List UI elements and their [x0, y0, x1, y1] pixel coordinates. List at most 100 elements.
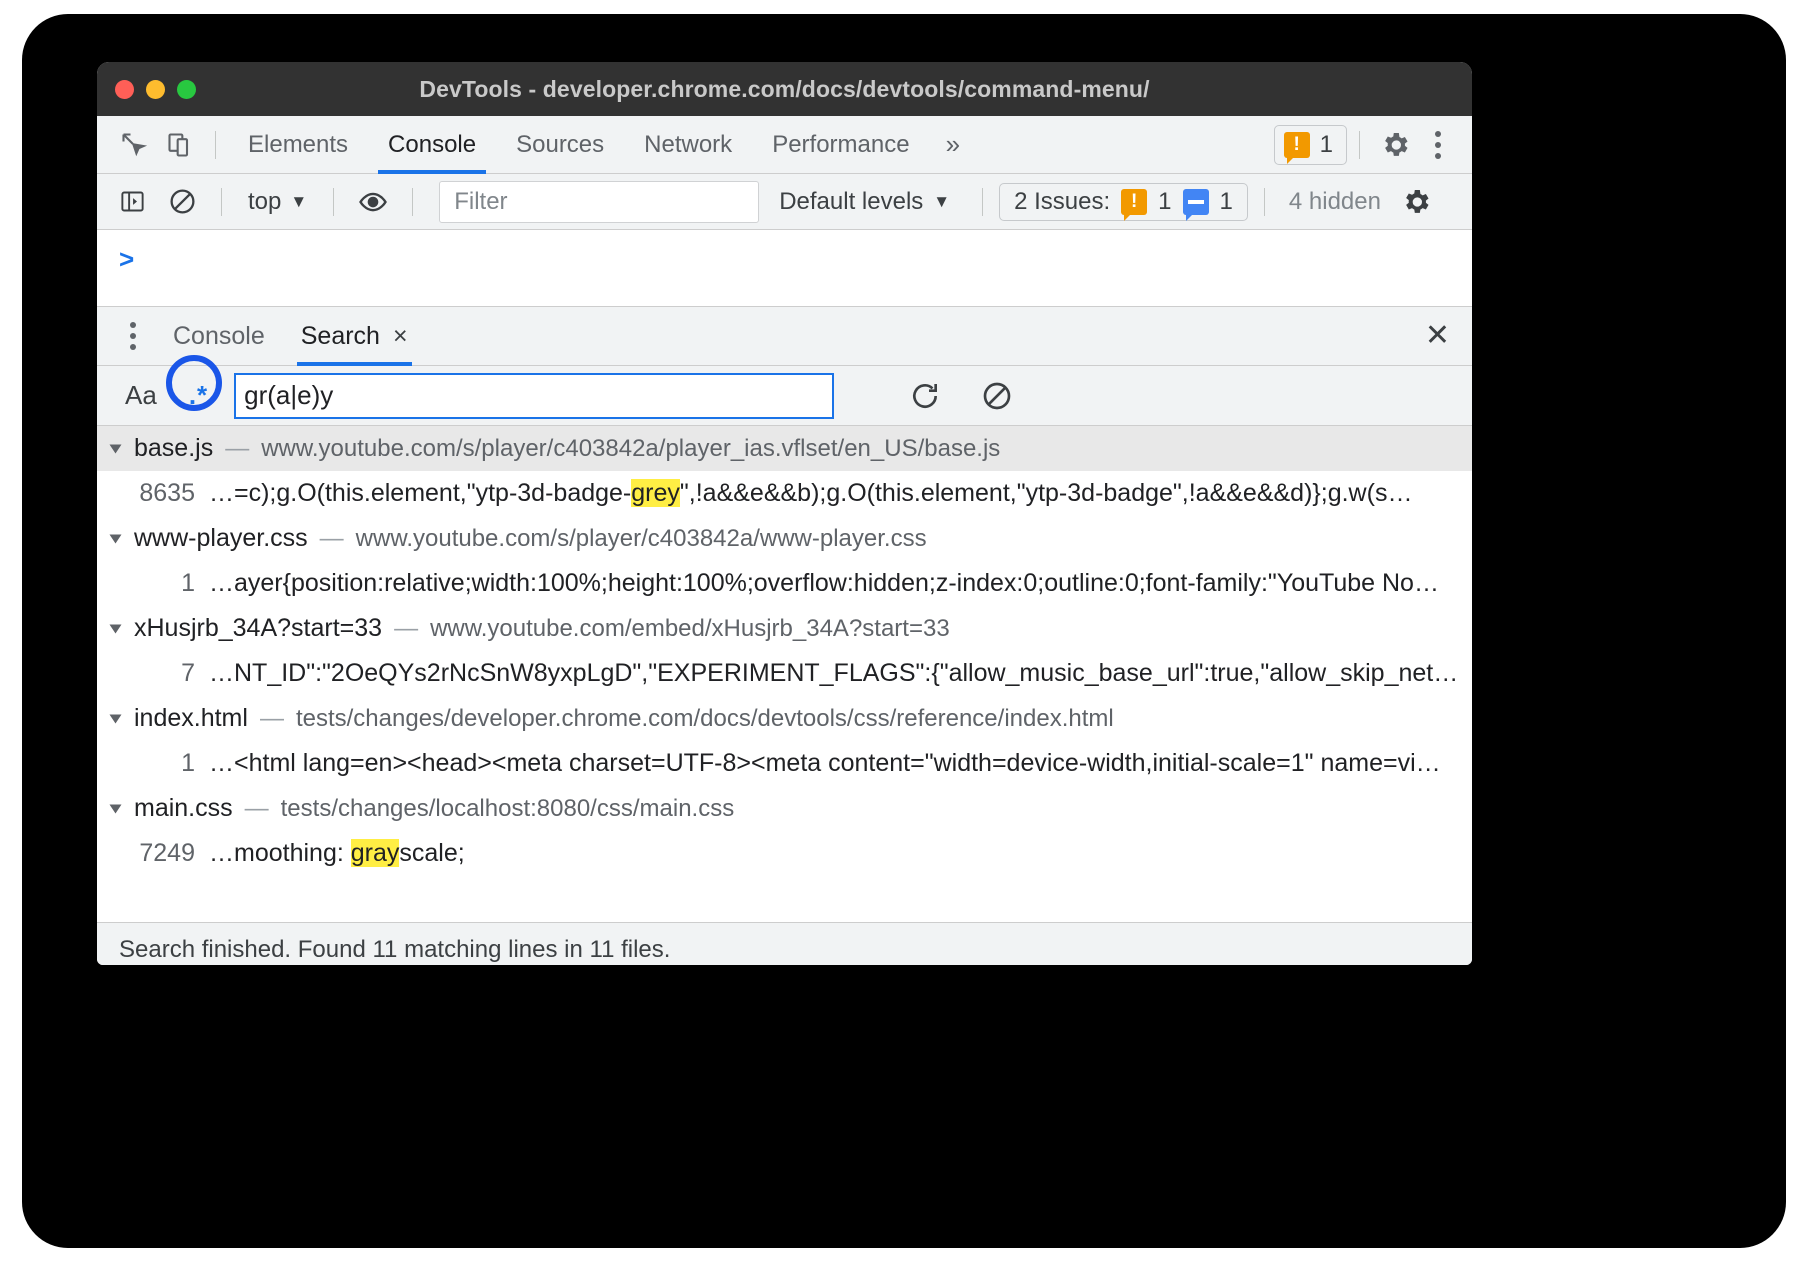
result-file-name: base.js	[134, 434, 213, 463]
toolbar-divider	[1264, 188, 1265, 216]
filter-input[interactable]: Filter	[439, 181, 759, 223]
search-result-group-header[interactable]: index.html — tests/changes/developer.chrom…	[97, 696, 1472, 741]
drawer-tab-search-label: Search	[301, 322, 380, 351]
kebab-menu-icon[interactable]	[1418, 125, 1458, 165]
result-text-fragment: …=c);g.O(this.element,"ytp-3d-badge-	[209, 479, 631, 507]
search-result-row[interactable]: 1…ayer{position:relative;width:100%;heig…	[97, 561, 1472, 606]
search-result-group-header[interactable]: base.js — www.youtube.com/s/player/c403842…	[97, 426, 1472, 471]
issues-summary-label: 2 Issues:	[1014, 188, 1110, 216]
result-file-name: www-player.css	[134, 524, 308, 553]
search-result-group-header[interactable]: main.css—tests/changes/localhost:8080/cs…	[97, 786, 1472, 831]
expand-triangle-icon[interactable]	[110, 624, 122, 633]
tab-sources[interactable]: Sources	[496, 116, 624, 173]
toolbar-divider	[1359, 131, 1360, 159]
console-prompt-icon: >	[119, 244, 134, 275]
close-icon[interactable]: ×	[393, 322, 408, 351]
device-toolbar-icon[interactable]	[157, 122, 203, 168]
panel-tabs: Elements Console Sources Network Perform…	[228, 116, 930, 173]
drawer-tab-search[interactable]: Search ×	[283, 307, 426, 365]
result-match-highlight: gray	[351, 839, 400, 867]
warning-badge-icon: !	[1121, 189, 1147, 215]
result-file-url: tests/changes/localhost:8080/css/main.cs…	[281, 795, 735, 823]
warning-badge-icon: !	[1284, 132, 1310, 158]
kebab-menu-icon[interactable]	[111, 314, 155, 358]
issues-info-count: 1	[1220, 188, 1233, 216]
search-result-group-header[interactable]: www-player.css — www.youtube.com/s/player/…	[97, 516, 1472, 561]
refresh-icon[interactable]	[902, 373, 948, 419]
tab-console[interactable]: Console	[368, 116, 496, 173]
result-line-number: 8635	[97, 479, 209, 508]
result-separator: —	[225, 435, 249, 463]
search-result-row[interactable]: 8635…=c);g.O(this.element,"ytp-3d-badge-…	[97, 471, 1472, 516]
close-drawer-icon[interactable]: ✕	[1425, 321, 1450, 351]
result-file-url: www.youtube.com/s/player/c403842a/www-pl…	[356, 525, 927, 553]
drawer-tab-console[interactable]: Console	[155, 307, 283, 365]
issues-warning-count: 1	[1158, 188, 1171, 216]
toolbar-divider	[215, 131, 216, 159]
toolbar-divider	[333, 188, 334, 216]
close-window-button[interactable]	[115, 80, 134, 99]
result-line-text: …moothing: grayscale;	[209, 839, 465, 868]
search-status-text: Search finished. Found 11 matching lines…	[119, 936, 670, 964]
result-file-url: tests/changes/developer.chrome.com/docs/…	[296, 705, 1114, 733]
result-file-name: xHusjrb_34A?start=33	[134, 614, 382, 643]
minimize-window-button[interactable]	[146, 80, 165, 99]
result-separator: —	[245, 795, 269, 823]
search-input[interactable]: gr(a|e)y	[234, 373, 834, 419]
search-result-row[interactable]: 1…<html lang=en><head><meta charset=UTF-…	[97, 741, 1472, 786]
gear-icon[interactable]	[1372, 122, 1418, 168]
result-separator: —	[320, 525, 344, 553]
search-results-list[interactable]: base.js — www.youtube.com/s/player/c403842…	[97, 426, 1472, 922]
issues-counter-button[interactable]: ! 1	[1274, 125, 1347, 165]
live-expression-icon[interactable]	[350, 179, 396, 225]
tab-console-label: Console	[388, 131, 476, 159]
result-separator: —	[260, 705, 284, 733]
expand-triangle-icon[interactable]	[110, 804, 122, 813]
search-result-group-header[interactable]: xHusjrb_34A?start=33—www.youtube.com/emb…	[97, 606, 1472, 651]
console-sidebar-icon[interactable]	[109, 179, 155, 225]
result-file-url: www.youtube.com/s/player/c403842a/player…	[261, 435, 1000, 463]
use-regex-button[interactable]: .*	[177, 378, 220, 413]
search-result-row[interactable]: 7249…moothing: grayscale;	[97, 831, 1472, 876]
execution-context-selector[interactable]: top ▼	[238, 188, 317, 216]
result-line-number: 1	[97, 569, 209, 598]
search-toolbar: Aa .* gr(a|e)y	[97, 366, 1472, 426]
result-line-number: 7249	[97, 839, 209, 868]
search-actions	[902, 373, 1020, 419]
more-tabs-chevron-icon[interactable]: »	[930, 129, 972, 160]
gear-icon[interactable]	[1393, 179, 1439, 225]
hidden-messages-label: 4 hidden	[1281, 188, 1389, 216]
result-line-text: …<html lang=en><head><meta charset=UTF-8…	[209, 749, 1441, 778]
console-filter-toolbar: top ▼ Filter Default levels ▼ 2 Issues: …	[97, 174, 1472, 230]
devtools-window: DevTools - developer.chrome.com/docs/dev…	[97, 62, 1472, 965]
tab-network-label: Network	[644, 131, 732, 159]
tab-sources-label: Sources	[516, 131, 604, 159]
clear-console-icon[interactable]	[159, 179, 205, 225]
tab-performance[interactable]: Performance	[752, 116, 929, 173]
toolbar-divider	[982, 188, 983, 216]
result-line-text: …ayer{position:relative;width:100%;heigh…	[209, 569, 1439, 598]
clear-search-icon[interactable]	[974, 373, 1020, 419]
chevron-down-icon: ▼	[933, 192, 950, 212]
info-badge-icon	[1183, 189, 1209, 215]
search-result-row[interactable]: 7…NT_ID":"2OeQYs2rNcSnW8yxpLgD","EXPERIM…	[97, 651, 1472, 696]
result-file-name: index.html	[134, 704, 248, 733]
match-case-button[interactable]: Aa	[115, 378, 167, 413]
result-line-text: …NT_ID":"2OeQYs2rNcSnW8yxpLgD","EXPERIME…	[209, 659, 1458, 688]
tab-elements-label: Elements	[248, 131, 348, 159]
result-text-fragment: …<html lang=en><head><meta charset=UTF-8…	[209, 749, 1441, 777]
tab-network[interactable]: Network	[624, 116, 752, 173]
search-status-bar: Search finished. Found 11 matching lines…	[97, 922, 1472, 965]
result-line-text: …=c);g.O(this.element,"ytp-3d-badge-grey…	[209, 479, 1412, 508]
traffic-lights	[115, 80, 196, 99]
zoom-window-button[interactable]	[177, 80, 196, 99]
expand-triangle-icon[interactable]	[110, 444, 122, 453]
expand-triangle-icon[interactable]	[110, 534, 122, 543]
tab-elements[interactable]: Elements	[228, 116, 368, 173]
expand-triangle-icon[interactable]	[110, 714, 122, 723]
issues-summary-button[interactable]: 2 Issues: ! 1 1	[999, 183, 1248, 221]
inspect-element-icon[interactable]	[111, 122, 157, 168]
screenshot-root: DevTools - developer.chrome.com/docs/dev…	[0, 0, 1808, 1262]
console-message-area[interactable]: >	[97, 230, 1472, 306]
log-levels-selector[interactable]: Default levels ▼	[763, 188, 966, 216]
